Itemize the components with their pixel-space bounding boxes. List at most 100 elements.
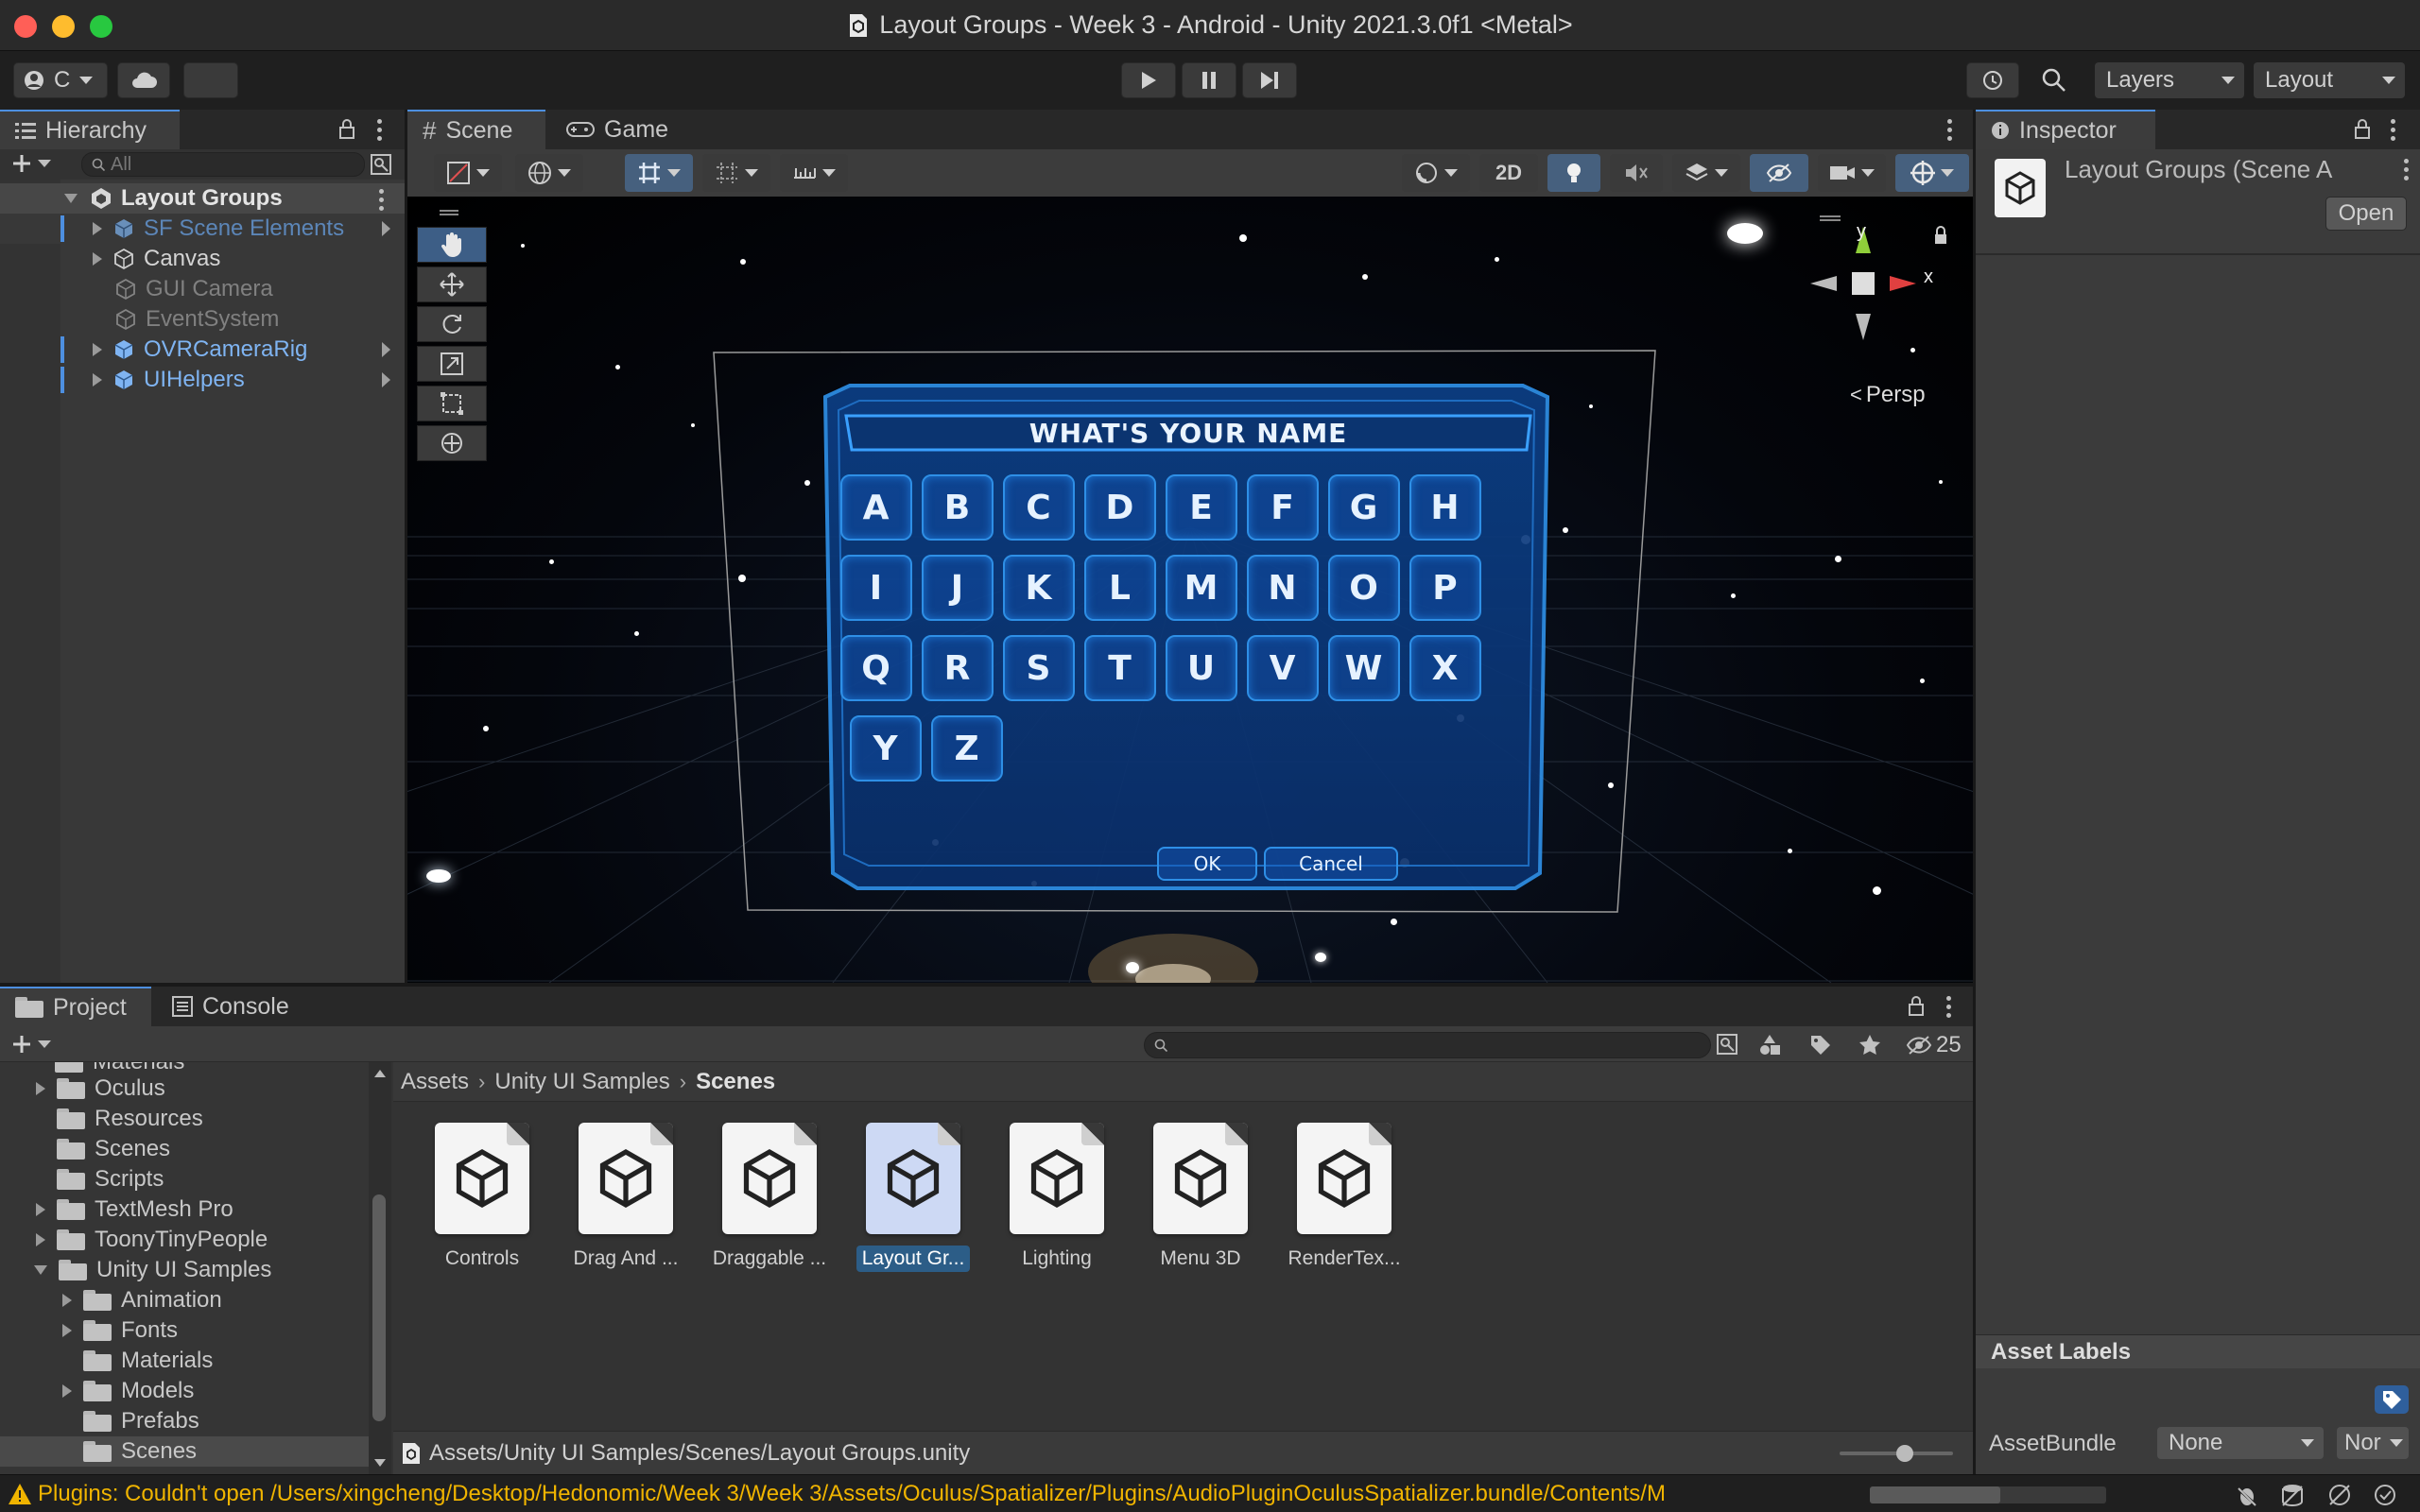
expand-arrow-icon[interactable] [62, 1294, 72, 1307]
key-d[interactable]: D [1084, 474, 1156, 541]
expand-arrow-icon[interactable] [62, 1324, 72, 1337]
scene-viewport[interactable]: WHAT'S YOUR NAME ABCDEFGH IJKLMNOP QRSTUVW… [407, 197, 1973, 983]
key-p[interactable]: P [1409, 555, 1481, 621]
breadcrumb-scenes[interactable]: Scenes [696, 1069, 775, 1095]
hand-tool-button[interactable] [417, 227, 487, 263]
scroll-down-icon[interactable] [374, 1459, 386, 1467]
rect-tool-button[interactable] [417, 386, 487, 421]
move-tool-button[interactable] [417, 266, 487, 302]
hierarchy-menu-icon[interactable] [376, 119, 382, 141]
key-s[interactable]: S [1003, 635, 1075, 701]
persp-toggle[interactable]: < Persp [1850, 382, 1926, 408]
expand-arrow-icon[interactable] [36, 1203, 45, 1216]
transform-tool-button[interactable] [417, 425, 487, 461]
globe-dropdown[interactable] [515, 154, 583, 192]
folder-item-scripts[interactable]: Scripts [0, 1164, 369, 1194]
breadcrumb-unity-ui-samples[interactable]: Unity UI Samples [494, 1069, 669, 1095]
zoom-window-button[interactable] [90, 15, 112, 38]
tab-project[interactable]: Project [0, 987, 151, 1026]
key-o[interactable]: O [1328, 555, 1400, 621]
lock-icon[interactable] [1908, 996, 1925, 1017]
expand-arrow-icon[interactable] [93, 222, 102, 235]
open-prefab-arrow-icon[interactable] [382, 221, 390, 236]
tab-hierarchy[interactable]: Hierarchy [0, 110, 180, 149]
increment-snap-dropdown[interactable] [780, 154, 848, 192]
orientation-gizmo[interactable]: y x < Persp [1806, 215, 1967, 408]
key-r[interactable]: R [922, 635, 994, 701]
account-dropdown[interactable]: C [13, 62, 108, 98]
key-x[interactable]: X [1409, 635, 1481, 701]
tab-game[interactable]: Game [551, 110, 683, 149]
filter-by-type-icon[interactable] [1758, 1034, 1783, 1057]
folder-item-prefabs[interactable]: Prefabs [0, 1406, 369, 1436]
layers-dropdown[interactable]: Layers [2095, 62, 2244, 98]
folder-item-resources[interactable]: Resources [0, 1104, 369, 1134]
hierarchy-item-ovrcamerarig[interactable]: OVRCameraRig [0, 335, 405, 365]
key-a[interactable]: A [840, 474, 912, 541]
open-prefab-arrow-icon[interactable] [382, 372, 390, 387]
lighting-toggle[interactable] [1547, 154, 1600, 192]
key-n[interactable]: N [1247, 555, 1319, 621]
key-q[interactable]: Q [840, 635, 912, 701]
asset-scene-draggable[interactable]: Draggable ... [703, 1123, 836, 1272]
filter-by-label-icon[interactable] [1809, 1034, 1832, 1057]
asset-scene-layout-groups[interactable]: Layout Gr... [847, 1123, 979, 1272]
tab-console[interactable]: Console [157, 987, 299, 1026]
key-k[interactable]: K [1003, 555, 1075, 621]
tab-inspector[interactable]: Inspector [1976, 110, 2155, 149]
folder-tree-scrollbar[interactable] [369, 1062, 391, 1474]
tab-scene[interactable]: # Scene [407, 110, 545, 149]
hierarchy-item-uihelpers[interactable]: UIHelpers [0, 365, 405, 395]
key-f[interactable]: F [1247, 474, 1319, 541]
undo-history-button[interactable] [1966, 62, 2019, 98]
rotate-tool-button[interactable] [417, 306, 487, 342]
expand-arrow-icon[interactable] [64, 194, 78, 203]
inspector-object-menu-icon[interactable] [2403, 159, 2409, 180]
assetbundle-variant-dropdown[interactable]: Nor [2337, 1427, 2409, 1459]
key-e[interactable]: E [1166, 474, 1237, 541]
key-g[interactable]: G [1328, 474, 1400, 541]
key-z[interactable]: Z [931, 715, 1003, 782]
play-button[interactable] [1121, 62, 1176, 98]
hierarchy-search-input[interactable]: All [81, 152, 365, 177]
key-m[interactable]: M [1166, 555, 1237, 621]
hierarchy-item-gui-camera[interactable]: GUI Camera [0, 274, 405, 304]
key-v[interactable]: V [1247, 635, 1319, 701]
scene-menu-icon[interactable] [1946, 119, 1952, 141]
hidden-packages-toggle[interactable]: 25 [1906, 1032, 1962, 1058]
grid-snap-toggle[interactable] [625, 154, 693, 192]
cloud-button[interactable] [117, 62, 170, 98]
create-button[interactable] [11, 153, 51, 174]
hierarchy-item-eventsystem[interactable]: EventSystem [0, 304, 405, 335]
favorite-star-icon[interactable] [1858, 1034, 1881, 1057]
open-button[interactable]: Open [2325, 197, 2407, 231]
scale-tool-button[interactable] [417, 346, 487, 382]
pause-button[interactable] [1182, 62, 1236, 98]
key-b[interactable]: B [922, 474, 994, 541]
folder-item-materials[interactable]: Materials [0, 1346, 369, 1376]
grid-visibility-dropdown[interactable] [702, 154, 770, 192]
expand-arrow-icon[interactable] [62, 1384, 72, 1398]
key-i[interactable]: I [840, 555, 912, 621]
hierarchy-scene-row[interactable]: Layout Groups [0, 183, 405, 214]
expand-arrow-icon[interactable] [93, 343, 102, 356]
step-button[interactable] [1242, 62, 1297, 98]
inspector-menu-icon[interactable] [2390, 119, 2395, 141]
key-t[interactable]: T [1084, 635, 1156, 701]
asset-scene-lighting[interactable]: Lighting [991, 1123, 1123, 1272]
label-tag-button[interactable] [2375, 1385, 2409, 1414]
collab-button[interactable] [183, 62, 238, 98]
ok-button[interactable]: OK [1157, 847, 1257, 881]
layout-dropdown[interactable]: Layout [2254, 62, 2405, 98]
search-scope-icon[interactable] [1717, 1034, 1737, 1055]
asset-scene-drag-and[interactable]: Drag And ... [560, 1123, 692, 1272]
key-j[interactable]: J [922, 555, 994, 621]
key-c[interactable]: C [1003, 474, 1075, 541]
scroll-up-icon[interactable] [374, 1070, 386, 1077]
shading-mode-dropdown[interactable] [1402, 154, 1470, 192]
assetbundle-dropdown[interactable]: None [2157, 1427, 2324, 1459]
folder-item-oculus[interactable]: Oculus [0, 1074, 369, 1104]
cancel-button[interactable]: Cancel [1264, 847, 1398, 881]
folder-item-scenes[interactable]: Scenes [0, 1134, 369, 1164]
expand-arrow-icon[interactable] [36, 1233, 45, 1246]
